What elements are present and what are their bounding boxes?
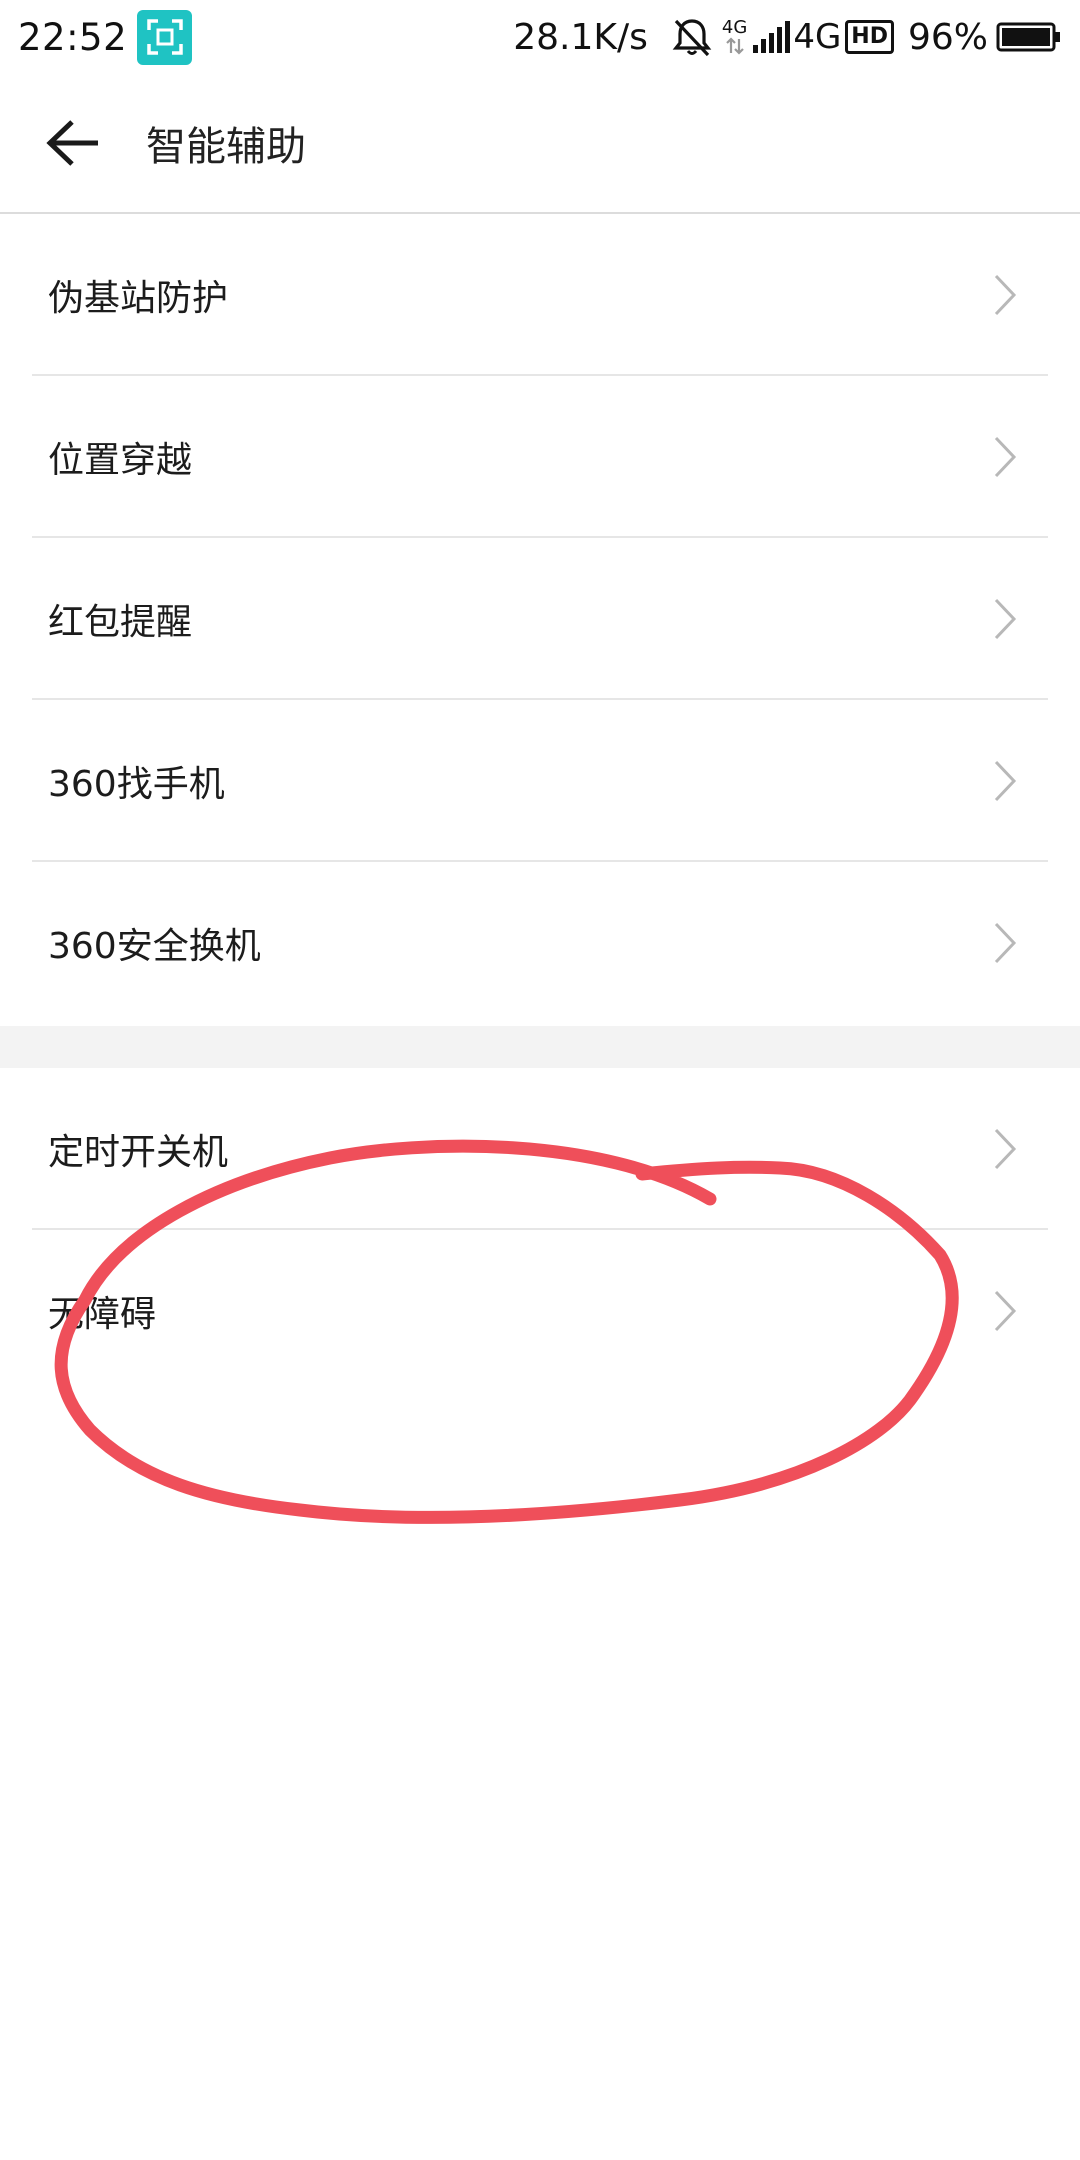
list-item-label: 定时开关机 [48, 1132, 229, 1173]
signal-strength-icon [751, 19, 791, 55]
settings-list-primary: 伪基站防护 位置穿越 红包提醒 360找手机 360安全换机 [0, 214, 1080, 1024]
list-item-label: 红包提醒 [48, 602, 193, 643]
list-item-accessibility[interactable]: 无障碍 [0, 1230, 1080, 1392]
list-item-label: 360安全换机 [48, 926, 261, 967]
list-item-label: 360找手机 [48, 764, 225, 805]
list-item-location-traverse[interactable]: 位置穿越 [0, 376, 1080, 538]
chevron-right-icon [992, 921, 1018, 965]
list-item-find-phone[interactable]: 360找手机 [0, 700, 1080, 862]
chevron-right-icon [992, 597, 1018, 641]
network-type: 4G [793, 17, 842, 57]
chevron-right-icon [992, 1289, 1018, 1333]
chevron-right-icon [992, 1127, 1018, 1171]
settings-list-secondary: 定时开关机 无障碍 [0, 1068, 1080, 1392]
screen: 22:52 28.1K/s 4G 4G HD 96% 智能辅助 伪基站防护 位置… [0, 0, 1080, 2160]
bell-muted-icon [670, 15, 714, 59]
hd-label: HD [851, 24, 888, 49]
status-right: 28.1K/s 4G 4G HD 96% [513, 15, 1062, 59]
chevron-right-icon [992, 435, 1018, 479]
data-activity-icon: 4G [722, 19, 747, 55]
list-item-label: 位置穿越 [48, 440, 193, 481]
section-divider [0, 1026, 1080, 1068]
chevron-right-icon [992, 759, 1018, 803]
list-item-fake-base-station-protection[interactable]: 伪基站防护 [0, 214, 1080, 376]
status-bar: 22:52 28.1K/s 4G 4G HD 96% [0, 0, 1080, 74]
back-button[interactable] [34, 103, 114, 183]
status-time: 22:52 [18, 15, 128, 59]
network-speed: 28.1K/s [513, 16, 648, 58]
screenshot-icon [137, 9, 193, 65]
chevron-right-icon [992, 273, 1018, 317]
list-item-scheduled-power[interactable]: 定时开关机 [0, 1068, 1080, 1230]
app-header: 智能辅助 [0, 74, 1080, 214]
list-item-red-packet-reminder[interactable]: 红包提醒 [0, 538, 1080, 700]
list-item-label: 伪基站防护 [48, 278, 229, 319]
list-item-safe-phone-switch[interactable]: 360安全换机 [0, 862, 1080, 1024]
status-left: 22:52 [18, 9, 193, 65]
list-item-label: 无障碍 [48, 1294, 157, 1335]
page-title: 智能辅助 [146, 124, 306, 170]
battery-icon [996, 21, 1062, 53]
network-type-small: 4G [721, 17, 748, 38]
battery-percent: 96% [907, 16, 988, 58]
back-arrow-icon [46, 120, 98, 166]
hd-icon: HD [845, 20, 894, 54]
